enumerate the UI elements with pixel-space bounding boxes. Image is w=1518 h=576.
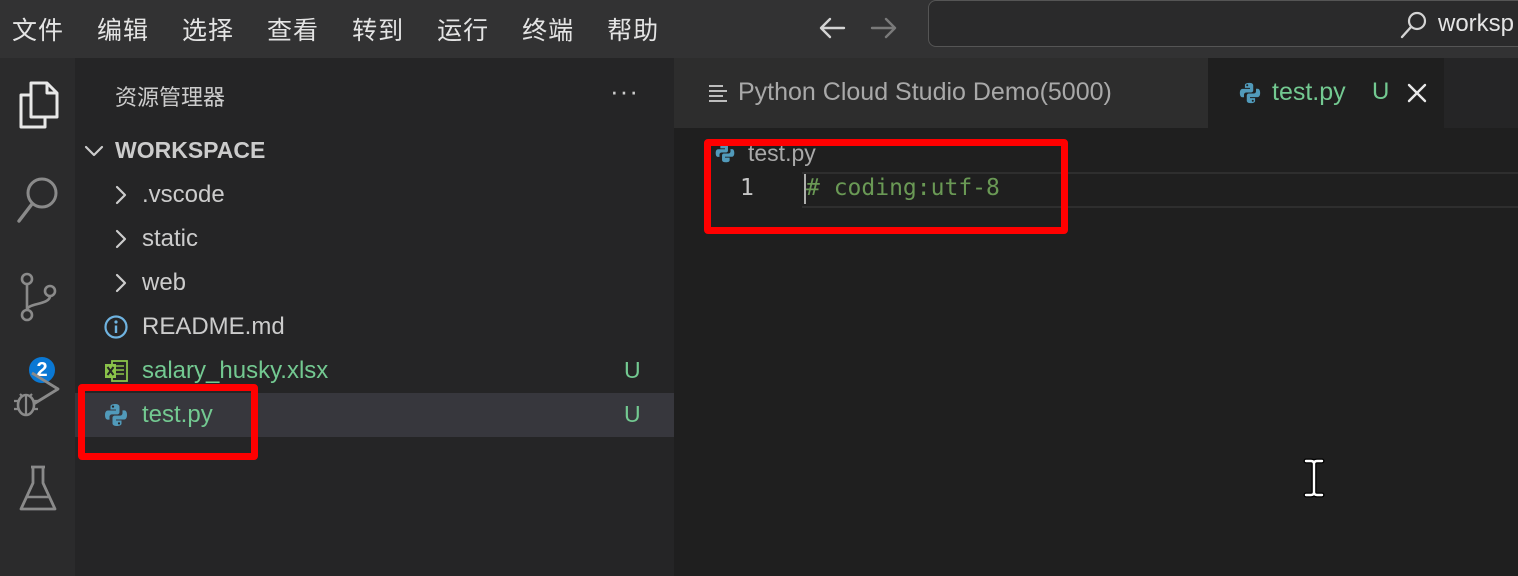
breadcrumb: test.py xyxy=(714,138,816,168)
sidebar-title: 资源管理器 xyxy=(115,86,226,111)
menu-selection[interactable]: 选择 xyxy=(182,11,234,47)
ibeam-cursor-icon xyxy=(1303,458,1325,498)
search-icon xyxy=(16,177,57,223)
run-debug-icon xyxy=(13,371,59,417)
explorer-icon xyxy=(19,81,58,129)
chevron-down-icon xyxy=(84,145,104,157)
tab-preview[interactable]: Python Cloud Studio Demo(5000) xyxy=(674,58,1208,128)
chevron-right-icon xyxy=(115,273,127,293)
chevron-right-icon xyxy=(115,229,127,249)
untracked-status: U xyxy=(624,357,641,383)
arrow-left-icon xyxy=(819,17,846,39)
tree-item-label: .vscode xyxy=(142,181,225,208)
tree-item-label: salary_husky.xlsx xyxy=(142,357,329,384)
editor-tab-bar: Python Cloud Studio Demo(5000) test.py U xyxy=(674,58,1518,128)
run-debug-button[interactable] xyxy=(0,356,75,426)
command-center-text: worksp xyxy=(1438,10,1515,37)
tab-label: Python Cloud Studio Demo(5000) xyxy=(738,78,1112,106)
tree-item-web[interactable]: web xyxy=(75,261,674,305)
tree-item-label: test.py xyxy=(142,401,213,428)
tree-item-test-py[interactable]: test.py U xyxy=(75,393,674,437)
breadcrumb-file[interactable]: test.py xyxy=(748,140,816,167)
back-button[interactable] xyxy=(812,8,852,48)
tree-item-label: static xyxy=(142,225,199,252)
workspace-label: WORKSPACE xyxy=(115,137,266,163)
search-icon xyxy=(1400,11,1427,39)
command-center[interactable]: worksp xyxy=(928,0,1518,47)
tab-label: test.py xyxy=(1272,78,1346,106)
code-editor[interactable]: test.py 1 # coding:utf-8 xyxy=(674,128,1518,576)
tree-item-label: web xyxy=(142,269,187,296)
menu-terminal[interactable]: 终端 xyxy=(522,11,574,47)
tree-item-readme[interactable]: README.md xyxy=(75,305,674,349)
info-icon xyxy=(104,315,128,339)
explorer-sidebar: 资源管理器 ··· WORKSPACE .vscode static web R… xyxy=(75,58,674,576)
tree-item-label: README.md xyxy=(142,313,285,340)
excel-icon xyxy=(105,360,128,382)
menubar: 文件 编辑 选择 查看 转到 运行 终端 帮助 worksp xyxy=(0,0,1518,58)
untracked-status: U xyxy=(624,401,641,427)
search-button[interactable] xyxy=(0,166,75,236)
more-actions-button[interactable]: ··· xyxy=(610,76,639,107)
menu-go[interactable]: 转到 xyxy=(352,11,404,47)
source-control-button[interactable] xyxy=(0,262,75,332)
forward-button[interactable] xyxy=(864,8,904,48)
activity-bar: 2 xyxy=(0,58,75,576)
code-line[interactable]: # coding:utf-8 xyxy=(806,175,1000,201)
menu-view[interactable]: 查看 xyxy=(267,11,319,47)
testing-icon xyxy=(19,465,56,511)
untracked-status: U xyxy=(1372,78,1390,105)
tab-test-py[interactable]: test.py U xyxy=(1208,58,1444,128)
tree-item-salary-xlsx[interactable]: salary_husky.xlsx U xyxy=(75,349,674,393)
workspace-header[interactable]: WORKSPACE xyxy=(75,132,674,170)
tree-item-static[interactable]: static xyxy=(75,217,674,261)
python-icon xyxy=(105,404,127,426)
menu-items: 文件 编辑 选择 查看 转到 运行 终端 帮助 xyxy=(0,11,692,47)
python-icon xyxy=(715,143,735,163)
preview-icon xyxy=(709,85,727,102)
testing-button[interactable] xyxy=(0,454,75,524)
python-icon xyxy=(1239,82,1261,104)
arrow-right-icon xyxy=(870,17,897,39)
menu-edit[interactable]: 编辑 xyxy=(97,11,149,47)
explorer-button[interactable] xyxy=(0,70,75,140)
menu-run[interactable]: 运行 xyxy=(437,11,489,47)
menu-file[interactable]: 文件 xyxy=(12,11,64,47)
chevron-right-icon xyxy=(115,185,127,205)
source-control-icon xyxy=(20,272,56,322)
line-number: 1 xyxy=(740,175,754,201)
tree-item-vscode[interactable]: .vscode xyxy=(75,173,674,217)
menu-help[interactable]: 帮助 xyxy=(607,11,659,47)
close-icon[interactable] xyxy=(1404,80,1430,106)
